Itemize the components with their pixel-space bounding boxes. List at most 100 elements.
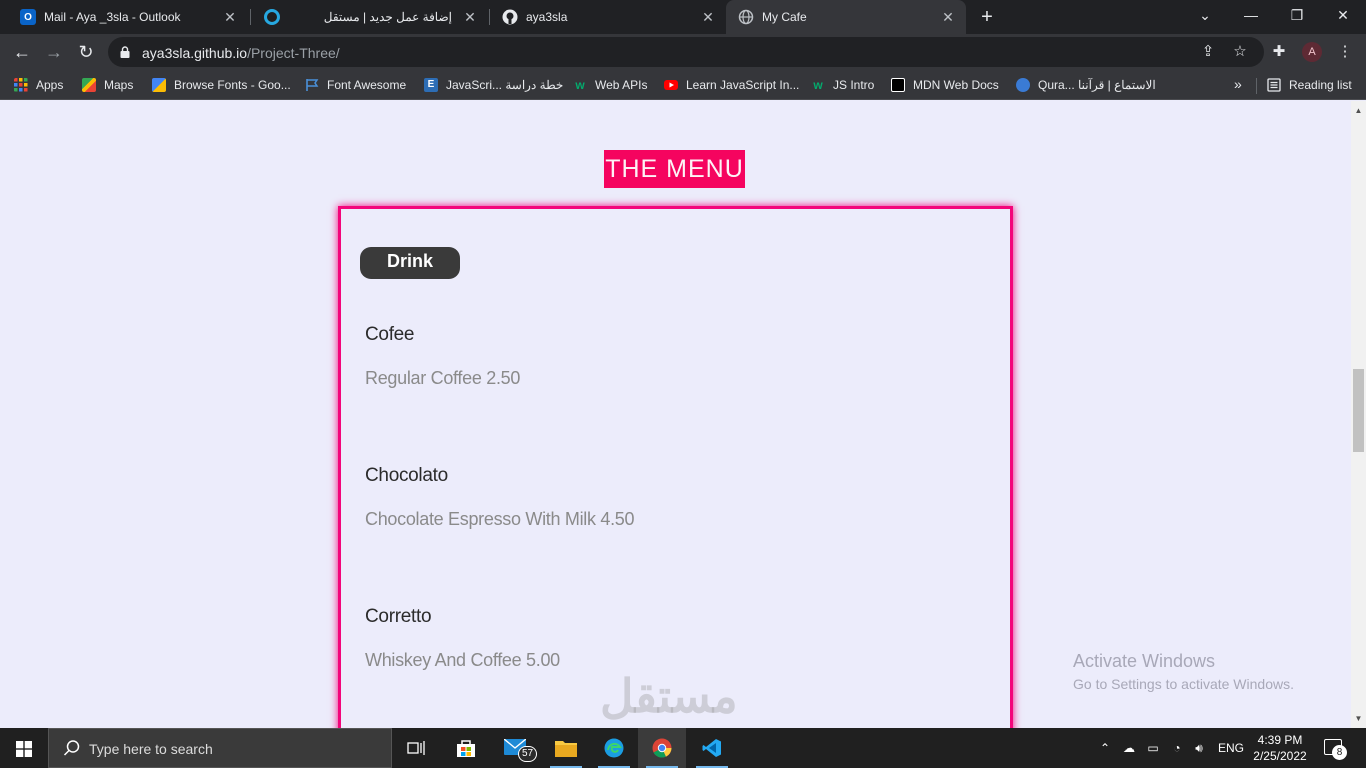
page-scrollbar[interactable]: ▲ ▼ — [1351, 101, 1366, 728]
close-icon[interactable]: ✕ — [940, 9, 956, 25]
taskbar-file-explorer[interactable] — [542, 728, 590, 768]
tab-mostaql[interactable]: إضافة عمل جديد | مستقل ✕ — [252, 0, 488, 34]
menu-kebab-icon[interactable]: ⋮ — [1334, 41, 1356, 63]
task-view-button[interactable] — [392, 728, 440, 768]
mail-unread-badge: 57 — [518, 746, 538, 762]
browser-toolbar: ← → ↻ aya3sla.github.io/Project-Three/ ⇪… — [0, 34, 1366, 70]
activate-windows-notice: Activate Windows Go to Settings to activ… — [1073, 651, 1294, 692]
profile-avatar[interactable]: A — [1302, 42, 1322, 62]
mdn-icon — [891, 78, 905, 92]
address-bar[interactable]: aya3sla.github.io/Project-Three/ ⇪ ☆ — [108, 37, 1264, 67]
menu-item-name: Corretto — [365, 606, 432, 627]
bookmark-elzero[interactable]: E JavaScri... خطة دراسة — [424, 76, 563, 94]
onedrive-cloud-icon[interactable]: ☁ — [1118, 728, 1140, 768]
share-icon[interactable]: ⇪ — [1198, 42, 1218, 62]
bookmark-google-fonts[interactable]: Browse Fonts - Goo... — [152, 76, 291, 94]
menu-title: THE MENU — [604, 150, 745, 188]
activate-windows-title: Activate Windows — [1073, 651, 1216, 671]
reading-list-label: Reading list — [1289, 78, 1352, 92]
globe-icon — [738, 9, 754, 25]
tab-my-cafe[interactable]: My Cafe ✕ — [726, 0, 966, 34]
show-hidden-icons-chevron-icon[interactable]: ⌃ — [1096, 728, 1114, 768]
tab-strip: O Mail - Aya _3sla - Outlook ✕ إضافة عمل… — [0, 0, 1366, 34]
bookmark-learn-js[interactable]: Learn JavaScript In... — [664, 76, 799, 94]
forward-button[interactable]: → — [42, 40, 66, 64]
menu-item-name: Chocolato — [365, 465, 448, 486]
bookmark-label: Apps — [36, 78, 64, 92]
bookmarks-divider — [1256, 78, 1257, 94]
bookmark-web-apis[interactable]: w Web APIs — [573, 76, 647, 94]
task-view-icon — [407, 741, 425, 755]
bookmark-label: Font Awesome — [327, 78, 407, 92]
lock-icon — [120, 46, 130, 58]
taskbar-search-box[interactable]: Type here to search — [48, 728, 392, 768]
reload-button[interactable]: ↻ — [74, 40, 98, 64]
close-icon[interactable]: ✕ — [700, 9, 716, 25]
menu-item-name: Cofee — [365, 324, 415, 345]
bookmark-quran[interactable]: Qura... الاستماع | قرآننا — [1016, 76, 1156, 94]
bookmark-label: JS Intro — [833, 78, 875, 92]
mostaql-icon — [264, 9, 280, 25]
bookmark-js-intro[interactable]: w JS Intro — [811, 76, 874, 94]
taskbar-clock[interactable]: 4:39 PM 2/25/2022 — [1250, 732, 1310, 764]
mostaql-watermark: مستقل — [600, 670, 738, 722]
taskbar-mail[interactable]: 57 — [492, 728, 540, 768]
tab-search-chevron-icon[interactable]: ⌄ — [1182, 0, 1228, 30]
taskbar-vscode[interactable] — [688, 728, 736, 768]
volume-icon[interactable]: 🔊︎ — [1188, 728, 1210, 768]
w3-icon: w — [813, 78, 823, 92]
menu-card: Drink Cofee Regular Coffee 2.50 Chocolat… — [338, 206, 1013, 728]
reading-list-icon — [1267, 78, 1281, 92]
tab-outlook[interactable]: O Mail - Aya _3sla - Outlook ✕ — [8, 0, 248, 34]
back-button[interactable]: ← — [10, 40, 34, 64]
clock-date: 2/25/2022 — [1253, 749, 1307, 763]
clock-time: 4:39 PM — [1257, 733, 1303, 747]
w3-icon: w — [575, 78, 585, 92]
restore-button[interactable]: ❐ — [1274, 0, 1320, 30]
outlook-icon: O — [20, 9, 36, 25]
apps-grid-icon — [14, 78, 28, 92]
close-icon[interactable]: ✕ — [462, 9, 478, 25]
tab-label: My Cafe — [762, 10, 807, 24]
extensions-puzzle-icon[interactable]: ✚ — [1268, 41, 1290, 63]
search-icon — [63, 740, 80, 756]
github-icon — [502, 9, 518, 25]
taskbar-edge[interactable] — [590, 728, 638, 768]
quran-icon — [1016, 78, 1030, 92]
minimize-button[interactable]: — — [1228, 0, 1274, 30]
wifi-icon[interactable]: ◔ — [1166, 728, 1188, 768]
more-bookmarks-button[interactable]: » — [1234, 76, 1242, 92]
bookmark-label: Browse Fonts - Goo... — [174, 78, 291, 92]
new-tab-button[interactable]: + — [976, 6, 998, 28]
scroll-up-arrow-icon[interactable]: ▲ — [1351, 103, 1366, 118]
flag-icon — [306, 79, 319, 91]
edge-icon — [604, 738, 624, 758]
scroll-down-arrow-icon[interactable]: ▼ — [1351, 711, 1366, 726]
close-icon[interactable]: ✕ — [222, 9, 238, 25]
taskbar-store[interactable] — [442, 728, 490, 768]
youtube-icon — [664, 80, 678, 90]
url-path: /Project-Three/ — [247, 45, 340, 61]
tab-github[interactable]: aya3sla ✕ — [490, 0, 726, 34]
bookmark-font-awesome[interactable]: Font Awesome — [305, 76, 406, 94]
url-host: aya3sla.github.io — [142, 45, 248, 61]
menu-item-description: Regular Coffee 2.50 — [365, 368, 521, 388]
search-placeholder: Type here to search — [89, 741, 213, 757]
reading-list-button[interactable]: Reading list — [1267, 76, 1352, 94]
input-language-indicator[interactable]: ENG — [1214, 728, 1248, 768]
bookmark-mdn[interactable]: MDN Web Docs — [891, 76, 999, 94]
bookmarks-bar: Apps Maps Browse Fonts - Goo... Font Awe… — [0, 70, 1366, 100]
tab-label: إضافة عمل جديد | مستقل — [323, 10, 452, 24]
bookmark-apps[interactable]: Apps — [14, 76, 63, 94]
battery-icon[interactable]: ▭ — [1142, 728, 1164, 768]
start-button[interactable] — [0, 728, 48, 768]
bookmark-maps[interactable]: Maps — [82, 76, 133, 94]
close-window-button[interactable]: ✕ — [1320, 0, 1366, 30]
activate-windows-subtitle: Go to Settings to activate Windows. — [1073, 676, 1294, 692]
store-icon — [457, 740, 475, 757]
bookmark-label: JavaScri... خطة دراسة — [446, 78, 564, 92]
taskbar-chrome[interactable] — [638, 728, 686, 768]
bookmark-star-icon[interactable]: ☆ — [1230, 42, 1250, 62]
maps-icon — [82, 78, 96, 92]
scrollbar-thumb[interactable] — [1353, 369, 1364, 452]
